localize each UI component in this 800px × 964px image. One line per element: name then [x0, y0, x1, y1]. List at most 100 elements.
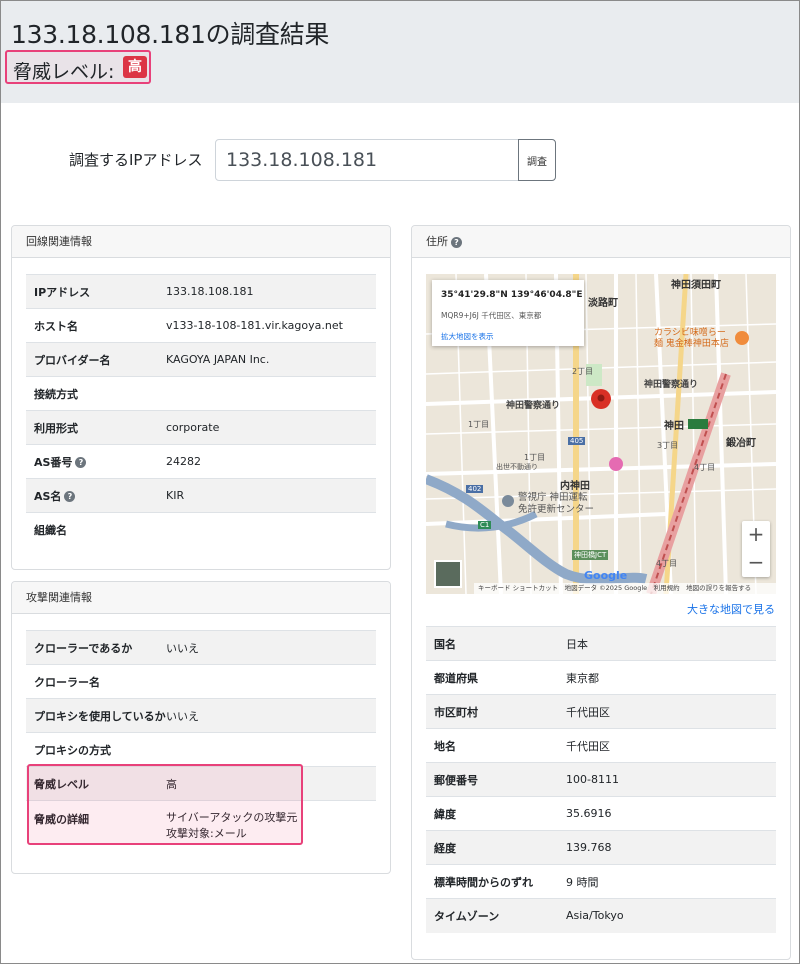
- table-row: 国名 日本: [426, 626, 776, 661]
- map-label-c1: C1: [478, 521, 492, 529]
- row-key-text: タイムゾーン: [434, 909, 500, 923]
- row-value: 9 時間: [566, 864, 776, 899]
- table-row: AS番号? 24282: [26, 444, 376, 479]
- help-icon[interactable]: ?: [64, 491, 76, 502]
- row-value: v133-18-108-181.vir.kagoya.net: [166, 308, 376, 343]
- row-key: AS名?: [26, 478, 166, 513]
- map-label-kanda-keisatsu: 神田警察通り: [506, 401, 561, 411]
- map-label-route-405: 405: [568, 437, 586, 445]
- row-key: 郵便番号: [426, 762, 566, 797]
- address-title: 住所?: [412, 226, 790, 258]
- row-key-text: 緯度: [434, 807, 456, 821]
- attack-info-title: 攻撃関連情報: [12, 582, 390, 614]
- row-value-text-2: 攻撃対象:メール: [166, 826, 247, 840]
- zoom-in-button[interactable]: +: [742, 521, 770, 549]
- row-key-text: 利用形式: [34, 421, 78, 435]
- table-row: プロキシの方式: [26, 732, 376, 767]
- row-key: 国名: [426, 626, 566, 661]
- row-value-text: 35.6916: [566, 807, 612, 820]
- row-value-text: 千代田区: [566, 739, 610, 753]
- row-key: 利用形式: [26, 410, 166, 445]
- row-key: プロバイダー名: [26, 342, 166, 377]
- table-row: IPアドレス 133.18.108.181: [26, 274, 376, 309]
- page-title: 133.18.108.181の調査結果: [11, 20, 330, 49]
- big-map-link[interactable]: 大きな地図で見る: [687, 601, 775, 617]
- map-label-kanda-jct: 神田橋JCT: [572, 550, 609, 560]
- help-icon[interactable]: ?: [451, 236, 462, 248]
- google-map[interactable]: 神田須田町 淡路町 カラシビ味噌らー 麺 鬼金棒神田本店 2丁目 神田警察通り …: [426, 274, 776, 594]
- address-table: 国名 日本 都道府県 東京都 市区町村 千代田区 地名 千代田区 郵便番号 100-8111 緯度 3…: [426, 626, 776, 933]
- row-key-text: 都道府県: [434, 671, 478, 685]
- row-key-text: 郵便番号: [434, 773, 478, 787]
- map-label-yonchome: 4丁目: [694, 463, 716, 472]
- row-key-text: プロキシの方式: [34, 743, 111, 757]
- row-value-text: KIR: [166, 489, 185, 502]
- row-key: 都道府県: [426, 660, 566, 695]
- map-label-google: Google: [584, 569, 628, 582]
- map-label-uchikanda: 内神田: [560, 481, 590, 492]
- map-coordinates: 35°41'29.8"N 139°46'04.8"E: [441, 290, 583, 300]
- row-key-text: クローラー名: [34, 675, 100, 689]
- ip-search-input[interactable]: [215, 139, 519, 181]
- row-value: 高: [166, 766, 376, 801]
- table-row: プロバイダー名 KAGOYA JAPAN Inc.: [26, 342, 376, 377]
- map-label-keishicho: 警視庁 神田運転 免許更新センター: [518, 492, 595, 515]
- map-zoom-control: + −: [742, 521, 770, 577]
- table-row: 緯度 35.6916: [426, 796, 776, 831]
- map-label-kajicho: 鍛冶町: [726, 438, 756, 449]
- row-key-text: クローラーであるか: [34, 641, 133, 655]
- row-key-text: ホスト名: [34, 319, 78, 333]
- row-key: 脅威レベル: [26, 766, 166, 801]
- row-value-text: 千代田区: [566, 705, 610, 719]
- row-key: 脅威の詳細: [26, 800, 166, 849]
- row-value-text: v133-18-108-181.vir.kagoya.net: [166, 319, 343, 332]
- search-label: 調査するIPアドレス: [69, 151, 203, 169]
- row-key: ホスト名: [26, 308, 166, 343]
- map-info-window: 35°41'29.8"N 139°46'04.8"E MQR9+J6J 千代田区…: [432, 280, 584, 346]
- help-icon[interactable]: ?: [75, 457, 87, 468]
- search-button[interactable]: 調査: [518, 139, 556, 181]
- table-row: タイムゾーン Asia/Tokyo: [426, 898, 776, 933]
- row-value-text: corporate: [166, 421, 220, 434]
- row-value: 35.6916: [566, 796, 776, 831]
- table-row: 標準時間からのずれ 9 時間: [426, 864, 776, 899]
- map-label-yonchome-2: 4丁目: [656, 559, 678, 568]
- table-row: 市区町村 千代田区: [426, 694, 776, 729]
- row-key: IPアドレス: [26, 274, 166, 309]
- table-row: 組織名: [26, 512, 376, 547]
- row-value-text: KAGOYA JAPAN Inc.: [166, 353, 270, 366]
- row-key: 緯度: [426, 796, 566, 831]
- table-row: クローラーであるか いいえ: [26, 630, 376, 665]
- row-value-text: Asia/Tokyo: [566, 909, 624, 923]
- zoom-out-button[interactable]: −: [742, 549, 770, 577]
- row-value: [166, 732, 376, 767]
- row-key: 標準時間からのずれ: [426, 864, 566, 899]
- row-value: サイバーアタックの攻撃元 攻撃対象:メール: [166, 800, 376, 849]
- address-title-text: 住所: [426, 235, 448, 248]
- map-enlarge-link[interactable]: 拡大地図を表示: [441, 331, 494, 342]
- map-plus-code: MQR9+J6J 千代田区、東京都: [441, 311, 542, 320]
- row-key: タイムゾーン: [426, 898, 566, 933]
- table-row: プロキシを使用しているか いいえ: [26, 698, 376, 733]
- row-value-text: 100-8111: [566, 773, 619, 786]
- table-row: 接続方式: [26, 376, 376, 411]
- row-value-text: サイバーアタックの攻撃元: [166, 810, 298, 824]
- row-key-text: 地名: [434, 739, 456, 753]
- table-row: 脅威の詳細 サイバーアタックの攻撃元 攻撃対象:メール: [26, 800, 376, 849]
- row-value-text: 高: [166, 777, 177, 791]
- map-label-nichome: 2丁目: [572, 367, 594, 376]
- table-row: AS名? KIR: [26, 478, 376, 513]
- table-row: 脅威レベル 高: [26, 766, 376, 801]
- row-key: AS番号?: [26, 444, 166, 479]
- row-value: 日本: [566, 626, 776, 661]
- row-value-text: 9 時間: [566, 875, 599, 889]
- row-value: KAGOYA JAPAN Inc.: [166, 342, 376, 377]
- map-attribution: キーボード ショートカット 地図データ ©2025 Google 利用規約 地図…: [474, 583, 776, 594]
- row-value: 千代田区: [566, 694, 776, 729]
- row-value: 100-8111: [566, 762, 776, 797]
- map-satellite-toggle[interactable]: [434, 560, 462, 588]
- row-value: いいえ: [166, 630, 376, 665]
- row-value: KIR: [166, 478, 376, 513]
- row-value-text: 139.768: [566, 841, 612, 854]
- row-key-text: 脅威の詳細: [34, 813, 89, 826]
